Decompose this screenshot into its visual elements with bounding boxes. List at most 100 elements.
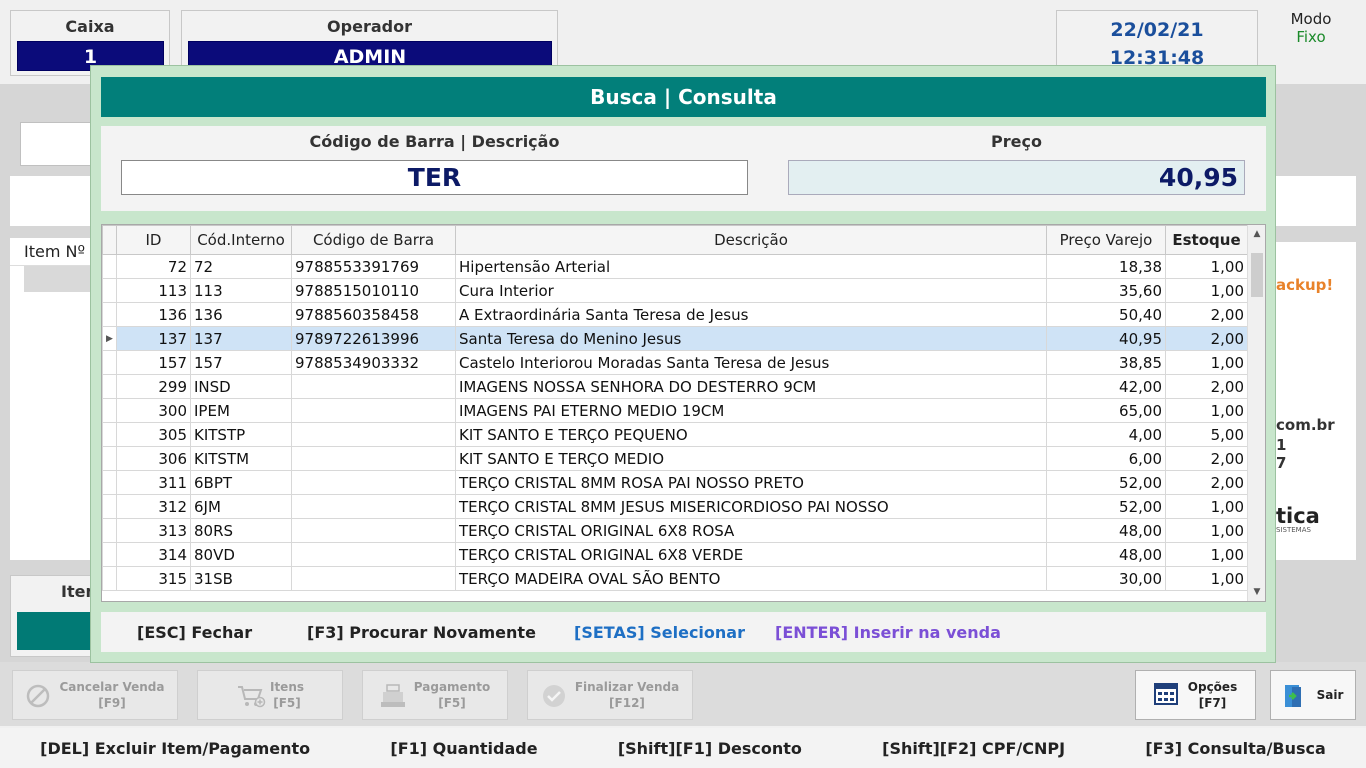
search-label: Código de Barra | Descrição [309,132,560,151]
table-row[interactable]: 312 6JM TERÇO CRISTAL 8MM JESUS MISERICORD… [102,494,1248,519]
side-url-text: com.br [1276,416,1335,434]
cell-id: 313 [116,518,191,543]
cell-cod-interno: IPEM [190,398,292,423]
scroll-thumb[interactable] [1251,253,1263,297]
cell-estoque: 1,00 [1165,494,1248,519]
modo-indicator: Modo Fixo [1276,10,1346,46]
cell-codigo-barra [291,542,456,567]
cell-codigo-barra [291,494,456,519]
table-row[interactable]: 299 INSD IMAGENS NOSSA SENHORA DO DESTERRO… [102,374,1248,399]
row-indicator [102,398,117,423]
cell-preco-varejo: 30,00 [1046,566,1166,591]
cell-descricao: IMAGENS NOSSA SENHORA DO DESTERRO 9CM [455,374,1047,399]
row-indicator [102,470,117,495]
cell-cod-interno: 31SB [190,566,292,591]
sair-button[interactable]: Sair [1270,670,1356,720]
table-row[interactable]: 72 72 9788553391769 Hipertensão Arterial 18,… [102,254,1248,279]
pagamento-key: [F5] [438,696,466,710]
row-indicator [102,566,117,591]
header-estoque[interactable]: Estoque [1165,225,1248,255]
item-number-header: Item Nº [10,238,100,266]
search-input[interactable] [121,160,748,195]
shortcut-f3: [F3] Consulta/Busca [1145,738,1326,758]
header-id[interactable]: ID [116,225,191,255]
side-logo-subtext: SISTEMAS [1276,526,1311,534]
table-row[interactable]: 314 80VD TERÇO CRISTAL ORIGINAL 6X8 VERDE 4… [102,542,1248,567]
cell-descricao: Castelo Interiorou Moradas Santa Teresa … [455,350,1047,375]
cell-preco-varejo: 50,40 [1046,302,1166,327]
cell-cod-interno: 136 [190,302,292,327]
row-pointer-icon: ▶ [102,326,117,351]
row-indicator [102,350,117,375]
search-area: Código de Barra | Descrição Preço 40,95 [101,126,1266,211]
table-row[interactable]: 157 157 9788534903332 Castelo Interiorou Mo… [102,350,1248,375]
table-row[interactable]: 305 KITSTP KIT SANTO E TERÇO PEQUENO 4,00 5,… [102,422,1248,447]
scroll-down-icon[interactable]: ▼ [1248,587,1265,597]
table-row[interactable]: 313 80RS TERÇO CRISTAL ORIGINAL 6X8 ROSA 48… [102,518,1248,543]
row-indicator [102,518,117,543]
cell-codigo-barra: 9788534903332 [291,350,456,375]
cell-id: 314 [116,542,191,567]
pagamento-button[interactable]: Pagamento [F5] [362,670,508,720]
date-display: 22/02/21 [1110,19,1204,41]
background-input [20,122,100,166]
cell-codigo-barra: 9788515010110 [291,278,456,303]
sair-label: Sair [1316,688,1344,702]
cell-cod-interno: KITSTP [190,422,292,447]
cell-preco-varejo: 35,60 [1046,278,1166,303]
cell-descricao: TERÇO MADEIRA OVAL SÃO BENTO [455,566,1047,591]
table-row[interactable]: 311 6BPT TERÇO CRISTAL 8MM ROSA PAI NOSSO … [102,470,1248,495]
table-row[interactable]: 300 IPEM IMAGENS PAI ETERNO MEDIO 19CM 65,0… [102,398,1248,423]
table-row[interactable]: 315 31SB TERÇO MADEIRA OVAL SÃO BENTO 30,00… [102,566,1248,591]
scroll-up-icon[interactable]: ▲ [1248,229,1265,239]
cell-codigo-barra: 9789722613996 [291,326,456,351]
results-grid[interactable]: ID Cód.Interno Código de Barra Descrição… [101,224,1266,602]
vertical-scrollbar[interactable]: ▲ ▼ [1247,225,1265,601]
finalizar-venda-button[interactable]: Finalizar Venda [F12] [527,670,693,720]
shortcut-bar: [DEL] Excluir Item/Pagamento [F1] Quanti… [0,728,1366,768]
operador-label: Operador [327,17,412,36]
cell-preco-varejo: 52,00 [1046,494,1166,519]
cell-estoque: 1,00 [1165,350,1248,375]
hint-enter: [ENTER] Inserir na venda [775,622,1001,642]
cancelar-label: Cancelar Venda [59,680,165,694]
table-row[interactable]: 113 113 9788515010110 Cura Interior 35,60 1,0… [102,278,1248,303]
cell-id: 72 [116,254,191,279]
action-toolbar: Cancelar Venda [F9] Itens [F5] Pagamento [F… [0,662,1366,726]
search-dialog: Busca | Consulta Código de Barra | Descr… [90,65,1276,663]
cell-estoque: 1,00 [1165,518,1248,543]
cancelar-venda-button[interactable]: Cancelar Venda [F9] [12,670,178,720]
cell-estoque: 1,00 [1165,566,1248,591]
table-row[interactable]: 306 KITSTM KIT SANTO E TERÇO MEDIO 6,00 2,00 [102,446,1248,471]
cell-id: 113 [116,278,191,303]
shortcut-f1: [F1] Quantidade [390,738,538,758]
cell-preco-varejo: 48,00 [1046,542,1166,567]
header-codigo-barra[interactable]: Código de Barra [291,225,456,255]
cell-id: 315 [116,566,191,591]
cart-add-icon [236,683,266,708]
opcoes-button[interactable]: Opções [F7] [1135,670,1256,720]
cell-codigo-barra [291,422,456,447]
table-row[interactable]: ▶ 137 137 9789722613996 Santa Teresa do Meni… [102,326,1248,351]
dialog-hint-bar: [ESC] Fechar [F3] Procurar Novamente [SE… [101,612,1266,652]
cell-codigo-barra [291,446,456,471]
dialog-title: Busca | Consulta [101,77,1266,117]
cell-estoque: 5,00 [1165,422,1248,447]
bottom-item-panel: Item [10,575,102,657]
cell-descricao: TERÇO CRISTAL ORIGINAL 6X8 ROSA [455,518,1047,543]
table-row[interactable]: 136 136 9788560358458 A Extraordinária Sant… [102,302,1248,327]
cell-id: 157 [116,350,191,375]
itens-button[interactable]: Itens [F5] [197,670,343,720]
price-display: 40,95 [788,160,1245,195]
cell-id: 306 [116,446,191,471]
header-preco-varejo[interactable]: Preço Varejo [1046,225,1166,255]
cell-cod-interno: INSD [190,374,292,399]
cell-preco-varejo: 65,00 [1046,398,1166,423]
side-num2: 7 [1276,454,1287,472]
header-descricao[interactable]: Descrição [455,225,1047,255]
cell-preco-varejo: 18,38 [1046,254,1166,279]
item-selected-row [24,266,100,292]
cell-preco-varejo: 48,00 [1046,518,1166,543]
header-cod-interno[interactable]: Cód.Interno [190,225,292,255]
cell-estoque: 2,00 [1165,374,1248,399]
